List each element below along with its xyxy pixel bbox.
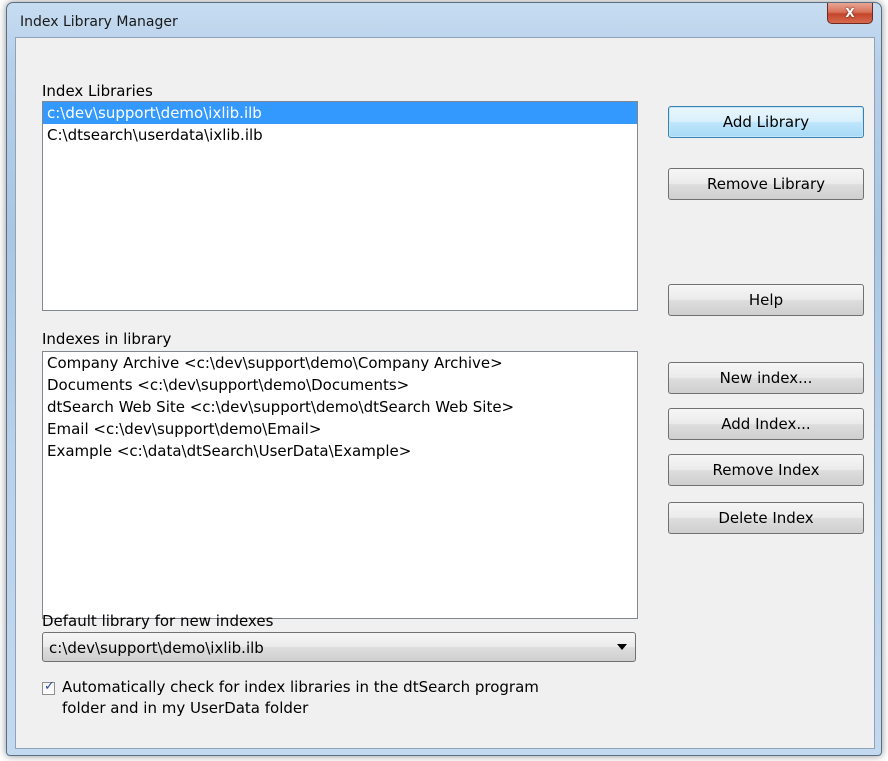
dropdown-arrow-icon [617,644,627,650]
auto-check-checkbox[interactable]: ✓ [42,679,55,695]
close-icon: X [845,6,855,20]
checkmark-icon: ✓ [44,679,55,694]
list-item-index-1[interactable]: Documents <c:\dev\support\demo\Documents… [43,374,637,396]
remove-library-button[interactable]: Remove Library [668,168,864,200]
list-item-index-2[interactable]: dtSearch Web Site <c:\dev\support\demo\d… [43,396,637,418]
auto-check-label-line2[interactable]: folder and in my UserData folder [62,699,308,717]
window-title: Index Library Manager [20,14,178,30]
list-item-library-0[interactable]: c:\dev\support\demo\ixlib.ilb [43,102,637,124]
list-item-index-3[interactable]: Email <c:\dev\support\demo\Email> [43,418,637,440]
remove-index-button[interactable]: Remove Index [668,454,864,486]
libraries-listbox[interactable]: c:\dev\support\demo\ixlib.ilb C:\dtsearc… [42,101,638,311]
auto-check-label-line1[interactable]: Automatically check for index libraries … [62,678,539,696]
default-library-dropdown[interactable]: c:\dev\support\demo\ixlib.ilb [42,632,636,662]
list-item-index-4[interactable]: Example <c:\data\dtSearch\UserData\Examp… [43,440,637,462]
help-button[interactable]: Help [668,284,864,316]
indexes-listbox[interactable]: Company Archive <c:\dev\support\demo\Com… [42,351,638,619]
libraries-label: Index Libraries [42,82,153,100]
new-index-button[interactable]: New index... [668,362,864,394]
indexes-label: Indexes in library [42,330,172,348]
list-item-library-1[interactable]: C:\dtsearch\userdata\ixlib.ilb [43,124,637,146]
delete-index-button[interactable]: Delete Index [668,502,864,534]
list-item-index-0[interactable]: Company Archive <c:\dev\support\demo\Com… [43,352,637,374]
default-library-label: Default library for new indexes [42,612,274,630]
add-library-button[interactable]: Add Library [668,106,864,138]
dialog-client-area: Index Libraries c:\dev\support\demo\ixli… [15,37,875,749]
dialog-window: Index Library Manager X Index Libraries … [6,2,882,756]
default-library-value: c:\dev\support\demo\ixlib.ilb [49,639,264,657]
close-button[interactable]: X [827,3,873,24]
add-index-button[interactable]: Add Index... [668,408,864,440]
title-bar[interactable]: Index Library Manager X [7,3,881,37]
